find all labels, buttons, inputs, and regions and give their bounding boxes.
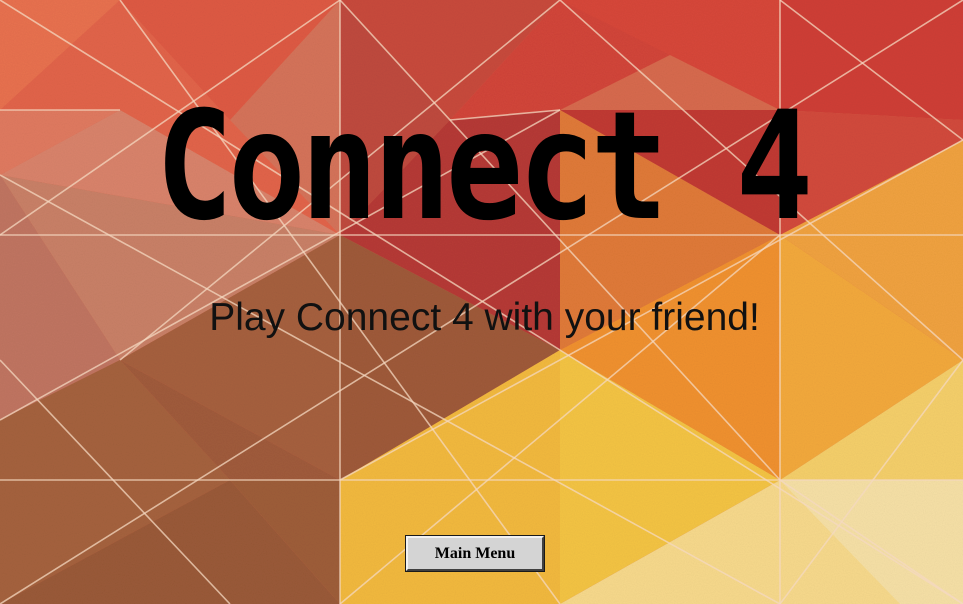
main-menu-button[interactable]: Main Menu <box>405 535 545 572</box>
game-subtitle: Play Connect 4 with your friend! <box>209 296 760 339</box>
game-screen: Connect 4 Play Connect 4 with your frien… <box>0 0 963 604</box>
game-title: Connect 4 <box>155 80 814 254</box>
